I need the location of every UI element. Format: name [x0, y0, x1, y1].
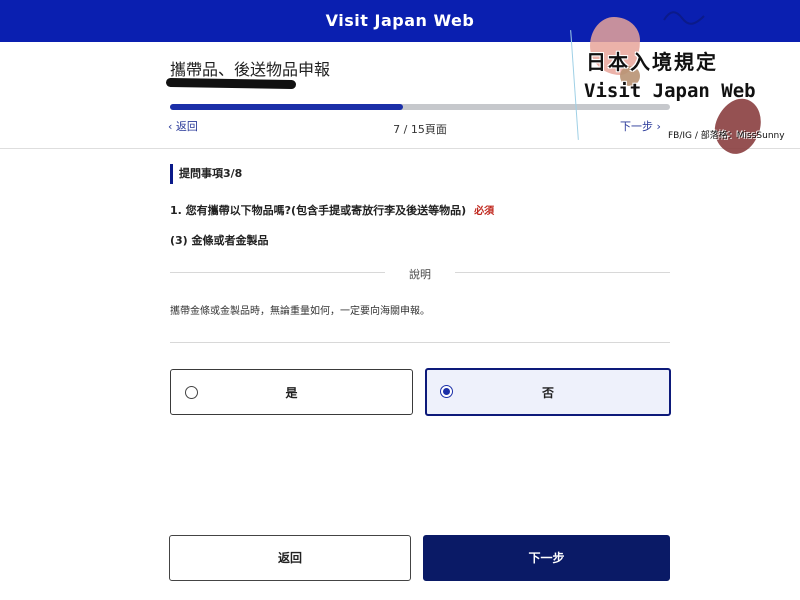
next-button[interactable]: 下一步: [423, 535, 670, 581]
redacted-name: [165, 77, 297, 90]
divider: [170, 272, 385, 273]
option-yes[interactable]: 是: [170, 369, 413, 415]
section-label: 提問事項3/8: [170, 164, 242, 184]
watermark-subtitle: Visit Japan Web: [584, 80, 756, 102]
watermark-credit: FB/IG / 部落格：MissSunny: [668, 131, 785, 141]
divider: [0, 148, 800, 149]
option-label: 是: [285, 386, 298, 400]
required-badge: 必須: [474, 206, 495, 217]
watermark-squiggle: [663, 11, 705, 25]
progress-bar: [170, 104, 670, 110]
option-no[interactable]: 否: [425, 368, 671, 416]
description-text: 攜帶金條或金製品時，無論重量如何，一定要向海關申報。: [170, 306, 430, 317]
question-text: 1. 您有攜帶以下物品嗎?(包含手提或寄放行李及後送等物品) 必須: [170, 202, 494, 218]
nav-next-label: 下一步: [620, 120, 653, 133]
page-title: 攜帶品、後送物品申報: [170, 60, 331, 79]
divider: [170, 342, 670, 343]
option-label: 否: [541, 386, 554, 400]
nav-next-link[interactable]: 下一步 ›: [620, 118, 661, 134]
chevron-right-icon: ›: [656, 120, 661, 133]
question-label: 1. 您有攜帶以下物品嗎?(包含手提或寄放行李及後送等物品): [170, 204, 467, 217]
watermark-blob: [707, 92, 769, 160]
divider: [455, 272, 670, 273]
item-label: (3) 金條或者金製品: [170, 234, 269, 247]
progress-fill: [170, 104, 403, 110]
watermark-title: 日本入境規定: [586, 50, 718, 74]
back-button[interactable]: 返回: [169, 535, 411, 581]
description-title: 說明: [409, 268, 431, 281]
